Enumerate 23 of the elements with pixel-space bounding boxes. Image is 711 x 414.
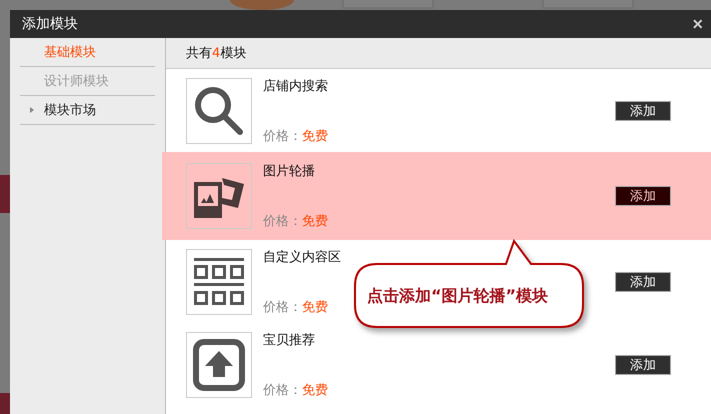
module-count: 共有4模块 [186, 45, 246, 62]
module-price: 价格：免费 [263, 382, 329, 398]
cartoon-drawing [230, 0, 294, 10]
module-name: 店铺内搜索 [263, 78, 329, 94]
add-button[interactable]: 添加 [615, 354, 671, 374]
banner-strip [0, 175, 10, 213]
callout-text: 点击添加“图片轮播”模块 [367, 286, 548, 307]
module-price: 价格：免费 [263, 128, 329, 144]
module-price: 价格：免费 [263, 298, 329, 316]
module-price: 价格：免费 [263, 213, 329, 230]
banner-strip [0, 393, 10, 414]
close-button[interactable]: × [690, 15, 705, 33]
module-name: 自定义内容区 [263, 248, 342, 266]
module-name: 宝贝推荐 [263, 332, 316, 348]
grid-layout-icon [194, 258, 244, 306]
module-name: 图片轮播 [263, 163, 316, 180]
add-button[interactable]: 添加 [615, 100, 671, 120]
arrow-icon [30, 107, 34, 113]
search-icon [193, 84, 245, 136]
window-title: 添加模块 [22, 15, 78, 33]
add-button[interactable]: 添加 [615, 272, 671, 292]
add-button[interactable]: 添加 [615, 186, 671, 206]
sidebar-item[interactable]: 模块市场 [20, 96, 155, 125]
